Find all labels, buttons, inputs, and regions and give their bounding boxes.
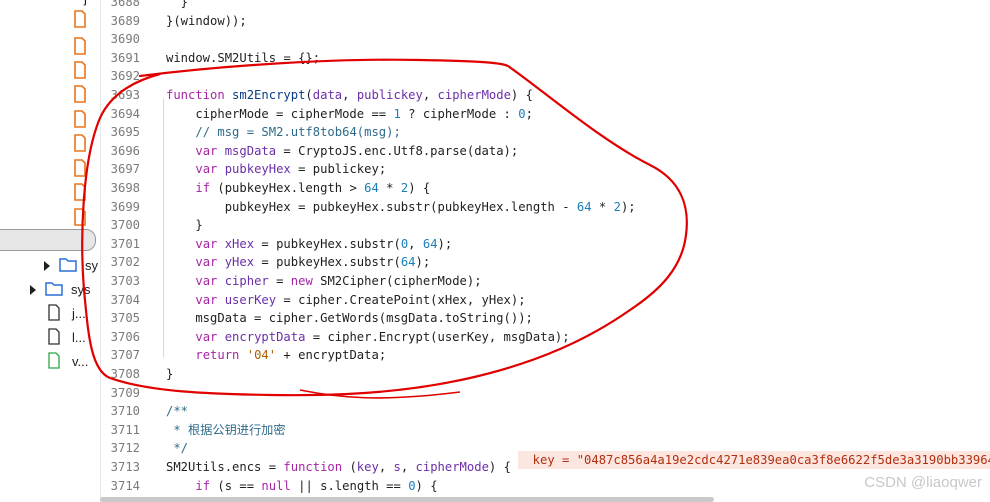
red-annotation-circle <box>81 58 688 399</box>
watermark: CSDN @liaoqwer <box>864 474 982 491</box>
